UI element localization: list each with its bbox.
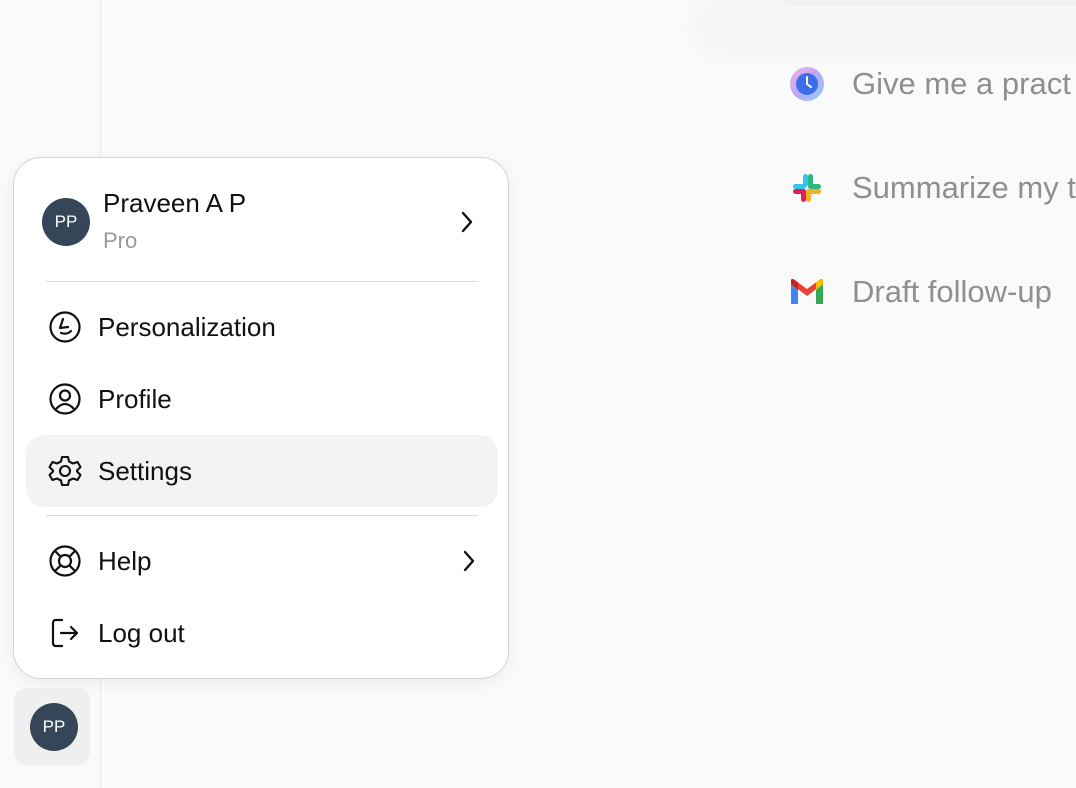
suggestion-item[interactable]: Give me a pract bbox=[788, 64, 1071, 104]
menu-item-logout[interactable]: Log out bbox=[26, 597, 498, 669]
menu-item-label: Log out bbox=[98, 617, 185, 648]
suggestion-item[interactable]: Summarize my t bbox=[788, 168, 1076, 208]
menu-item-label: Personalization bbox=[98, 311, 276, 342]
menu-item-label: Settings bbox=[98, 455, 192, 486]
chevron-right-icon bbox=[463, 550, 475, 572]
user-name: Praveen A P bbox=[103, 188, 247, 218]
avatar-initials: PP bbox=[54, 212, 78, 231]
menu-item-help[interactable]: Help bbox=[26, 525, 498, 597]
user-circle-icon bbox=[48, 382, 82, 416]
avatar: PP bbox=[42, 198, 90, 246]
user-plan: Pro bbox=[103, 228, 138, 253]
slack-icon bbox=[788, 169, 826, 207]
clock-app-icon bbox=[788, 65, 826, 103]
lifebuoy-icon bbox=[48, 544, 82, 578]
logout-icon bbox=[48, 616, 82, 650]
menu-item-label: Profile bbox=[98, 383, 172, 414]
menu-item-profile[interactable]: Profile bbox=[26, 363, 498, 435]
menu-item-settings[interactable]: Settings bbox=[26, 435, 498, 507]
composer-glow bbox=[690, 0, 1076, 60]
menu-item-personalization[interactable]: Personalization bbox=[26, 291, 498, 363]
composer-edge bbox=[770, 0, 1076, 6]
suggestion-text: Summarize my t bbox=[852, 170, 1076, 205]
account-row[interactable]: PP Praveen A P Pro bbox=[14, 158, 508, 282]
avatar-initials: PP bbox=[42, 717, 66, 736]
gmail-icon bbox=[788, 273, 826, 311]
gear-icon bbox=[48, 454, 82, 488]
account-button[interactable]: PP bbox=[14, 688, 90, 765]
menu-divider bbox=[46, 281, 478, 282]
account-menu: PP Praveen A P Pro Personalization Profi… bbox=[13, 157, 509, 679]
chevron-right-icon bbox=[461, 211, 473, 233]
suggestion-item[interactable]: Draft follow-up bbox=[788, 272, 1052, 312]
suggestion-text: Give me a pract bbox=[852, 66, 1071, 101]
menu-item-label: Help bbox=[98, 545, 152, 576]
suggestion-text: Draft follow-up bbox=[852, 274, 1052, 309]
menu-divider bbox=[46, 515, 478, 516]
personalization-icon bbox=[48, 310, 82, 344]
avatar: PP bbox=[30, 703, 78, 751]
